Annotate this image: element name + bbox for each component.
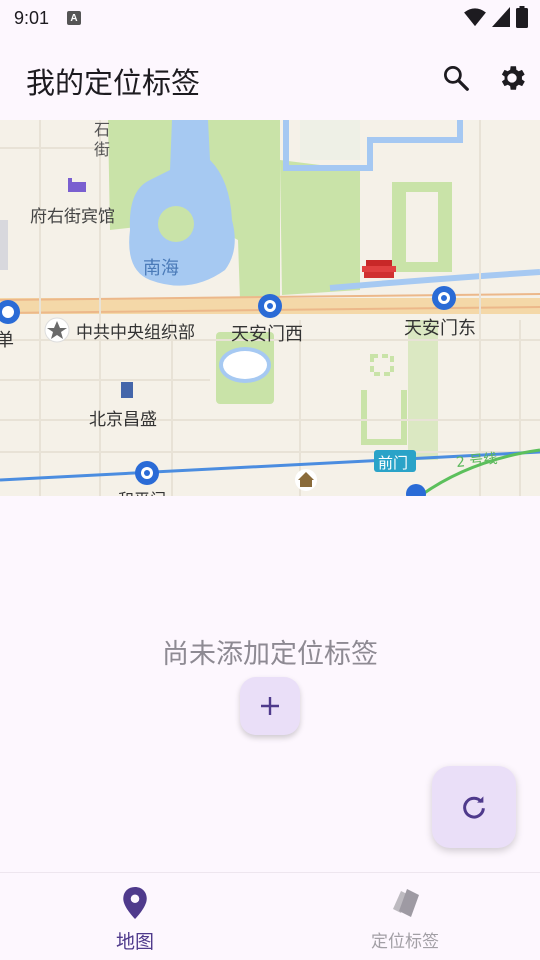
settings-button[interactable]: [484, 54, 540, 102]
tiananmen-landmark-icon: [362, 260, 396, 278]
status-a-badge: A: [67, 11, 82, 25]
map-label-qianmen: 前门: [378, 454, 409, 472]
search-icon: [444, 66, 469, 91]
map-view[interactable]: 石 街 府右街宾馆 南海 西单 中共中央组织部 天安门西 天安门东 北京昌盛 前…: [0, 120, 540, 496]
nav-item-map[interactable]: 地图: [0, 873, 270, 960]
map-label-heping: 和平门: [118, 486, 166, 496]
search-button[interactable]: [428, 54, 484, 102]
status-icons: [464, 6, 528, 28]
subway-station-icon: [432, 286, 456, 310]
refresh-button[interactable]: [432, 766, 516, 848]
star-marker-icon: [44, 317, 70, 343]
empty-state-message: 尚未添加定位标签: [162, 639, 378, 670]
add-tag-button[interactable]: [240, 677, 300, 735]
nav-item-tags[interactable]: 定位标签: [270, 873, 540, 960]
battery-icon: [516, 6, 528, 28]
page-title: 我的定位标签: [26, 66, 201, 100]
wifi-icon: [464, 8, 486, 27]
nav-label-tags: 定位标签: [371, 932, 439, 952]
map-label-jie: 街: [94, 140, 111, 159]
plus-icon: [261, 697, 279, 715]
tags-icon: [393, 889, 419, 917]
map-label-tiananmen-east: 天安门东: [404, 318, 476, 339]
map-label-fuyoujie-hotel: 府右街宾馆: [30, 207, 115, 227]
location-pin-icon: [123, 887, 147, 919]
bottom-navigation: 地图 定位标签: [0, 872, 540, 960]
subway-station-icon: [258, 294, 282, 318]
map-label-xidan: 西单: [0, 330, 14, 351]
building-icon: [121, 382, 133, 398]
map-label-zhonggong: 中共中央组织部: [76, 323, 195, 343]
map-canvas: [0, 120, 540, 496]
nav-label-map: 地图: [115, 931, 154, 953]
map-label-nanhai: 南海: [143, 258, 179, 279]
temple-icon: [295, 469, 317, 491]
top-app-bar: 我的定位标签: [0, 40, 540, 120]
gear-icon: [501, 66, 525, 90]
refresh-icon: [463, 796, 485, 819]
map-label-beijing-changsheng: 北京昌盛: [89, 410, 157, 430]
status-time: 9:01: [14, 7, 50, 28]
subway-station-icon: [135, 461, 159, 485]
status-bar: 9:01 A: [0, 0, 540, 36]
signal-icon: [492, 7, 510, 27]
map-label-tiananmen-west: 天安门西: [231, 324, 303, 345]
